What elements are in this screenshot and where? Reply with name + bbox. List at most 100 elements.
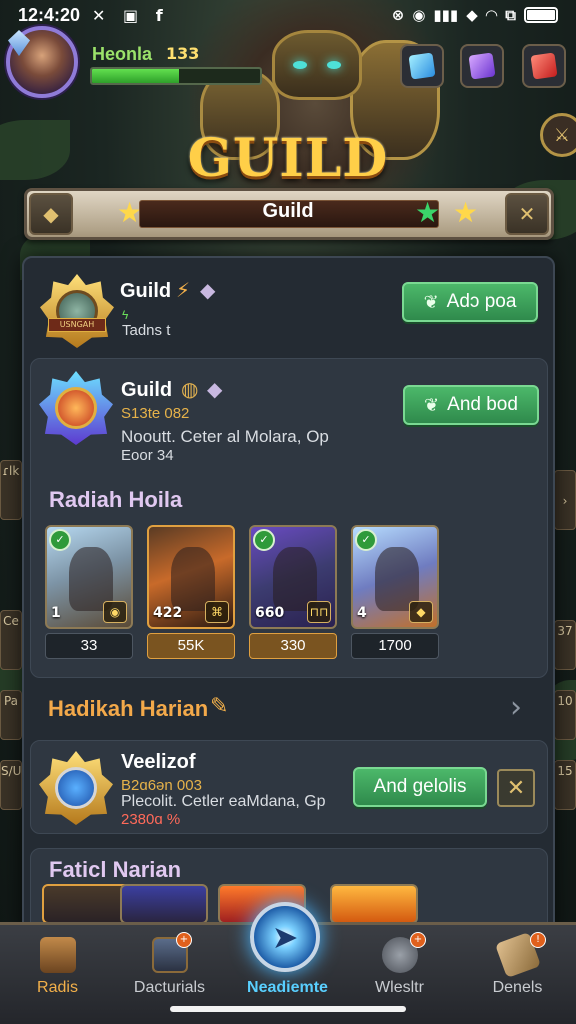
guild-rate: 2380ɑ % (121, 811, 181, 828)
nav-item-wlesltr[interactable]: Wlesltr (342, 925, 457, 1005)
join-guild-button[interactable]: ❦ And bod (403, 385, 539, 425)
guild-name: Guild (121, 379, 173, 401)
heroes-section-title: Radiah Hoila (49, 487, 183, 512)
left-side-label: Ce (3, 614, 19, 628)
chevron-right-icon[interactable]: › (510, 690, 522, 725)
guild-subtitle: Tadns t (122, 322, 171, 339)
wifi-icon: ◠ (485, 6, 498, 24)
nav-label: Neadiemte (247, 979, 328, 996)
left-side-tab[interactable]: Ce (0, 610, 22, 670)
nav-label: Radis (37, 979, 78, 996)
right-side-arrow[interactable]: › (554, 470, 576, 530)
nav-item-radis[interactable]: Radis (0, 925, 115, 1005)
hero-card[interactable]: 422 ⌘ 55K (147, 525, 235, 659)
player-name: Heonla (92, 44, 153, 64)
purple-gem-button[interactable] (460, 44, 504, 88)
right-side-label: 10 (557, 694, 573, 708)
left-side-tab[interactable]: S/U (0, 760, 22, 810)
blue-gem-cube-icon (408, 52, 436, 80)
nav-item-denels[interactable]: Denels (460, 925, 575, 1005)
hero-power: 33 (45, 633, 133, 659)
hero-level: 1 (51, 605, 61, 621)
status-time: 12:4:20 (18, 4, 81, 25)
red-gem-button[interactable] (522, 44, 566, 88)
crystal-icon: ◆ (200, 278, 216, 302)
xp-progress-bar (90, 67, 262, 85)
hero-power: 1700 (351, 633, 439, 659)
battery-icon (524, 7, 558, 23)
leaf-icon: ❦ (423, 291, 439, 312)
left-side-tab[interactable]: Pa (0, 690, 22, 740)
left-side-tab[interactable]: ɾlk (0, 460, 22, 520)
hero-power: 330 (249, 633, 337, 659)
blue-gem-button[interactable] (400, 44, 444, 88)
left-side-label: Pa (3, 694, 19, 708)
nav-label: Denels (492, 979, 543, 996)
hero-card[interactable]: ✓ 660 ⊓⊓ 330 (249, 525, 337, 659)
guild-card[interactable]: USNGAH Guild ⚡ ◆ ϟ Tadns t ❦ Adɔ poa (30, 266, 548, 356)
guild-description: Nooutt. Ceter al Molara, Op (121, 427, 329, 446)
class-badge-icon: ✓ (355, 529, 377, 551)
banner-label: Guild (262, 200, 314, 222)
right-side-label: 37 (557, 624, 573, 638)
notification-badge: + (176, 932, 192, 948)
center-action-button[interactable]: ➤ (250, 902, 320, 972)
hero-card[interactable]: ✓ 1 ◉ 33 (45, 525, 133, 659)
hero-level: 422 (153, 605, 183, 621)
add-guild-button-label: Adɔ poa (446, 291, 517, 312)
dismiss-button[interactable]: ✕ (497, 769, 535, 807)
add-guild-button[interactable]: ❦ Adɔ poa (402, 282, 538, 322)
red-gem-cube-icon (530, 52, 558, 80)
guild-name: Guild (120, 280, 172, 302)
nav-label: Wlesltr (375, 979, 424, 996)
guild-card-expanded[interactable]: Guild ◍ ◆ S13te 082 Nooutt. Ceter al Mol… (30, 358, 548, 678)
guild-emblem-icon: USNGAH (40, 274, 114, 348)
hero-card-partial[interactable] (120, 884, 208, 924)
purple-gem-cube-icon (468, 52, 496, 80)
location-icon: ◆ (466, 6, 478, 24)
join-guild-button[interactable]: And gelolis (353, 767, 487, 807)
treasure-chest-icon (39, 937, 76, 973)
hero-card-partial[interactable] (42, 884, 130, 924)
guild-floor: Eoor 34 (121, 447, 174, 464)
guild-card[interactable]: Veelizof B2ɑ6ən 003 Plecolit. Cetler eaM… (30, 740, 548, 834)
hero-level: 660 (255, 605, 285, 621)
section-title: Faticl Narian (49, 857, 182, 882)
signal-icon: ▮▮▮ (433, 6, 459, 24)
home-indicator[interactable] (170, 1006, 406, 1012)
guild-name: Veelizof (121, 751, 196, 773)
class-badge-icon: ✓ (253, 529, 275, 551)
lightning-icon: ⚡ (176, 278, 191, 302)
hero-card-partial[interactable] (330, 884, 418, 924)
chevron-right-icon: › (562, 494, 568, 508)
circle-icon: ◉ (412, 6, 426, 24)
crystal-icon: ◆ (207, 377, 223, 401)
notification-badge: ! (530, 932, 546, 948)
status-bar: 12:4:20 ✕ ▣ f ⊗ ◉ ▮▮▮ ◆ ◠ ⧉ (0, 0, 576, 30)
right-side-tab[interactable]: 10 (554, 690, 576, 740)
close-icon: ✕ (506, 775, 526, 801)
join-guild-button-label: And bod (447, 394, 518, 415)
class-badge-icon: ✓ (49, 529, 71, 551)
notification-badge: + (410, 932, 426, 948)
reward-icon: ✎ (210, 694, 229, 719)
cursor-icon: ➤ (271, 918, 299, 956)
status-left-icons: ✕ ▣ f (92, 5, 169, 25)
right-side-tab[interactable]: 15 (554, 760, 576, 810)
right-side-tab[interactable]: 37 (554, 620, 576, 670)
right-side-label: 15 (557, 764, 573, 778)
page-title: GUILD (187, 128, 389, 189)
player-level: 133 (166, 44, 200, 63)
hero-tag-icon: ◆ (409, 601, 433, 623)
coins-icon: ◍ (181, 377, 199, 401)
guild-id: B2ɑ6ən 003 (121, 777, 202, 794)
guild-emblem-icon (39, 371, 113, 445)
nav-item-dacturials[interactable]: Dacturials (112, 925, 227, 1005)
guild-emblem-icon (39, 751, 113, 825)
hero-card[interactable]: ✓ 4 ◆ 1700 (351, 525, 439, 659)
join-guild-button-label: And gelolis (373, 776, 467, 797)
guild-list-panel: USNGAH Guild ⚡ ◆ ϟ Tadns t ❦ Adɔ poa Gui… (22, 256, 555, 936)
left-side-label: ɾlk (2, 464, 20, 478)
status-right-icons: ⊗ ◉ ▮▮▮ ◆ ◠ ⧉ (392, 6, 558, 24)
xp-progress-fill (92, 69, 180, 83)
